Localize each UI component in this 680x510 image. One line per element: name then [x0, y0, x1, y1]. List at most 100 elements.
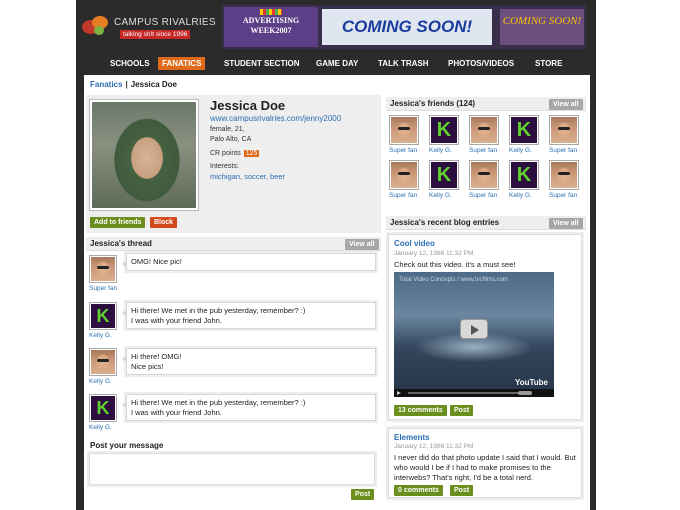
avatar[interactable]: K — [89, 302, 117, 330]
superfan-avatar-image — [391, 162, 417, 188]
superfan-avatar-image — [391, 117, 417, 143]
blog-entry-title-link[interactable]: Cool video — [394, 239, 435, 248]
k-logo-icon: K — [516, 164, 532, 186]
block-button[interactable]: Block — [150, 217, 178, 228]
post-message-input[interactable] — [90, 454, 374, 484]
friends-view-all-button[interactable]: View all — [549, 99, 583, 110]
message-text: I was with your friend John. — [131, 316, 222, 325]
play-small-icon[interactable] — [397, 391, 401, 395]
comments-button[interactable]: 0 comments — [394, 485, 443, 496]
site-name: CAMPUS RIVALRIES — [114, 17, 216, 28]
profile-info-line: female, 21, — [210, 126, 245, 133]
nav-talk-trash[interactable]: TALK TRASH — [374, 57, 433, 70]
friend-name-link[interactable]: Super fan — [469, 147, 497, 154]
ad-panel-coming-soon-small: COMING SOON! — [500, 9, 584, 45]
site-tagline: talking sh!t since 1996 — [120, 30, 191, 39]
friend-avatar[interactable]: K — [509, 160, 539, 190]
site-logo[interactable]: CAMPUS RIVALRIES talking sh!t since 1996 — [82, 14, 217, 42]
kelly-avatar-image: K — [431, 162, 457, 188]
friend-avatar[interactable] — [469, 115, 499, 145]
nav-game-day[interactable]: GAME DAY — [312, 57, 362, 70]
nav-student-section[interactable]: STUDENT SECTION — [220, 57, 304, 70]
volume-slider[interactable] — [518, 391, 532, 395]
avatar[interactable]: K — [89, 394, 117, 422]
breadcrumb-separator: | — [125, 80, 128, 89]
friend-name-link[interactable]: Super fan — [549, 192, 577, 199]
interest-link[interactable]: soccer — [244, 172, 266, 181]
blog-post-button[interactable]: Post — [450, 485, 474, 496]
interests-label: Interests: — [210, 163, 239, 170]
kelly-avatar-image: K — [91, 304, 115, 328]
superfan-avatar-image — [471, 117, 497, 143]
blog-post-button[interactable]: Post — [450, 405, 474, 416]
ad-logo-icon — [260, 9, 282, 15]
blog-section-title: Jessica's recent blog entries — [390, 218, 500, 227]
post-message-button[interactable]: Post — [351, 489, 375, 500]
friends-title: Jessica's friends (124) — [390, 99, 476, 108]
friend-avatar[interactable] — [549, 115, 579, 145]
message-author[interactable]: Kelly G. — [89, 332, 112, 339]
breadcrumb-current: Jessica Doe — [130, 80, 177, 89]
profile-photo[interactable] — [89, 99, 199, 211]
friend-name-link[interactable]: Kelly G. — [429, 147, 452, 154]
blog-entry-date: January 12, 1986 11:32 PM — [394, 443, 474, 450]
friend-avatar[interactable] — [389, 160, 419, 190]
blog-header: Jessica's recent blog entries View all — [386, 216, 586, 230]
kelly-avatar-image: K — [511, 162, 537, 188]
friend-name-link[interactable]: Kelly G. — [509, 147, 532, 154]
video-seek-bar[interactable] — [408, 392, 518, 394]
ad-banner[interactable]: ADVERTISING WEEK2007 COMING SOON! COMING… — [222, 5, 586, 49]
message-text: Hi there! We met in the pub yesterday, r… — [131, 398, 306, 407]
play-icon[interactable] — [460, 319, 488, 339]
friend-avatar[interactable]: K — [429, 115, 459, 145]
interests-list: michigan, soccer, beer — [210, 172, 286, 181]
breadcrumb: Fanatics | Jessica Doe — [90, 80, 177, 89]
friend-name-link[interactable]: Kelly G. — [429, 192, 452, 199]
video-controls — [394, 389, 554, 397]
post-message-field[interactable] — [89, 453, 375, 485]
blog-entry-title-link[interactable]: Elements — [394, 433, 430, 442]
message-text: OMG! Nice pic! — [131, 257, 182, 266]
friend-avatar[interactable]: K — [509, 115, 539, 145]
page: CAMPUS RIVALRIES talking sh!t since 1996… — [0, 0, 680, 510]
profile-location: Palo Alto, CA — [210, 136, 252, 143]
interest-link[interactable]: michigan — [210, 172, 240, 181]
message-author[interactable]: Super fan — [89, 285, 117, 292]
message-author[interactable]: Kelly G. — [89, 378, 112, 385]
nav-fanatics[interactable]: FANATICS — [158, 57, 206, 70]
superfan-avatar-image — [551, 162, 577, 188]
blog-entry-text: Check out this video. it's a must see! — [394, 260, 516, 269]
comments-button[interactable]: 13 comments — [394, 405, 447, 416]
superfan-avatar-image — [471, 162, 497, 188]
friend-avatar[interactable] — [389, 115, 419, 145]
kelly-avatar-image: K — [91, 396, 115, 420]
friend-avatar[interactable] — [469, 160, 499, 190]
avatar[interactable] — [89, 255, 117, 283]
friend-name-link[interactable]: Super fan — [469, 192, 497, 199]
friend-avatar[interactable] — [549, 160, 579, 190]
ad-panel-advertising-week: ADVERTISING WEEK2007 — [224, 7, 318, 47]
friend-name-link[interactable]: Super fan — [389, 192, 417, 199]
blog-view-all-button[interactable]: View all — [549, 218, 583, 229]
profile-points: CR points 125 — [210, 150, 260, 157]
avatar[interactable] — [89, 348, 117, 376]
nav-schools[interactable]: SCHOOLS — [106, 57, 154, 70]
nav-store[interactable]: STORE — [531, 57, 566, 70]
profile-photo-image — [92, 102, 196, 208]
profile-url-link[interactable]: www.campusrivalries.com/jenny2000 — [210, 114, 341, 123]
message-author[interactable]: Kelly G. — [89, 424, 112, 431]
friend-avatar[interactable]: K — [429, 160, 459, 190]
nav-photos-videos[interactable]: PHOTOS/VIDEOS — [444, 57, 518, 70]
thread-view-all-button[interactable]: View all — [345, 239, 379, 250]
add-to-friends-button[interactable]: Add to friends — [90, 217, 146, 228]
friend-name-link[interactable]: Super fan — [549, 147, 577, 154]
breadcrumb-fanatics-link[interactable]: Fanatics — [90, 80, 122, 89]
friend-name-link[interactable]: Kelly G. — [509, 192, 532, 199]
interest-link[interactable]: beer — [270, 172, 285, 181]
video-player[interactable]: Total Video Concepts / www.tvcfilms.com … — [394, 272, 554, 397]
profile-name: Jessica Doe — [210, 98, 286, 113]
thread-message: Hi there! OMG! Nice pics! — [122, 348, 376, 375]
video-source-text: Total Video Concepts / www.tvcfilms.com — [399, 277, 508, 283]
thread-message: Hi there! We met in the pub yesterday, r… — [122, 394, 376, 421]
friend-name-link[interactable]: Super fan — [389, 147, 417, 154]
